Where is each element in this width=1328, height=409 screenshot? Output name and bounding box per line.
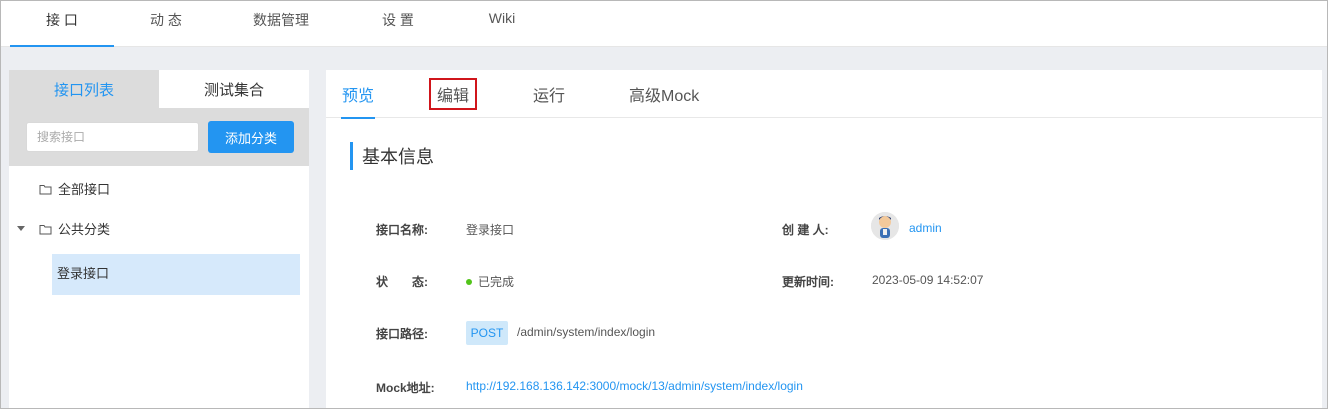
nav-tab-data-management[interactable]: 数据管理 xyxy=(218,1,344,47)
tab-label: 测试集合 xyxy=(203,81,264,99)
interface-detail: 预览 编辑 运行 高级Mock 基本信息 接口名称: 登录接口 创 建 人: a… xyxy=(326,70,1322,408)
tree-item-all[interactable]: 全部接口 xyxy=(39,177,110,199)
creator-link[interactable]: admin xyxy=(909,221,942,235)
path-value: /admin/system/index/login xyxy=(517,325,656,339)
tab-label: 预览 xyxy=(342,88,375,105)
tab-edit[interactable]: 编辑 xyxy=(429,78,478,110)
tree-item-label: 全部接口 xyxy=(58,181,111,197)
status-label: 状 态: xyxy=(376,275,428,289)
tab-label: 编辑 xyxy=(437,88,470,105)
tab-test-collection[interactable]: 测试集合 xyxy=(159,70,309,108)
method-badge: POST xyxy=(466,321,508,345)
mock-url-link[interactable]: http://192.168.136.142:3000/mock/13/admi… xyxy=(466,379,803,393)
updated-value: 2023-05-09 14:52:07 xyxy=(872,273,984,287)
nav-tab-label: 动 态 xyxy=(150,12,182,28)
tab-run[interactable]: 运行 xyxy=(533,70,565,118)
caret-down-icon[interactable] xyxy=(17,226,25,231)
tab-label: 高级Mock xyxy=(629,88,700,105)
add-category-button[interactable]: 添加分类 xyxy=(208,121,294,153)
tab-label: 接口列表 xyxy=(53,81,114,99)
name-value: 登录接口 xyxy=(466,223,515,237)
tree-item-login[interactable]: 登录接口 xyxy=(52,254,300,295)
nav-tab-label: 数据管理 xyxy=(253,12,309,28)
nav-tab-settings[interactable]: 设 置 xyxy=(344,1,452,47)
creator-label: 创 建 人: xyxy=(782,223,829,237)
nav-tab-label: 接 口 xyxy=(46,12,78,28)
name-label: 接口名称: xyxy=(376,223,428,237)
tree-item-label: 公共分类 xyxy=(58,221,111,237)
status-value: 已完成 xyxy=(466,273,514,290)
tab-advanced-mock[interactable]: 高级Mock xyxy=(629,70,699,118)
tab-label: 运行 xyxy=(533,88,566,105)
status-dot-icon xyxy=(466,278,472,285)
mock-label: Mock地址: xyxy=(376,381,435,395)
tree-item-label: 登录接口 xyxy=(57,266,110,281)
search-input[interactable] xyxy=(26,122,199,152)
updated-label: 更新时间: xyxy=(782,275,834,289)
nav-tab-activity[interactable]: 动 态 xyxy=(114,1,218,47)
tree-item-category[interactable]: 公共分类 xyxy=(39,217,110,239)
tab-interface-list[interactable]: 接口列表 xyxy=(9,70,159,108)
status-text: 已完成 xyxy=(478,275,515,289)
section-title: 基本信息 xyxy=(350,142,434,170)
app-window: 接 口 动 态 数据管理 设 置 Wiki 接口列表 测试集合 添加分类 xyxy=(0,0,1328,409)
nav-tab-label: Wiki xyxy=(488,10,516,26)
detail-tabs: 预览 编辑 运行 高级Mock xyxy=(326,70,1322,119)
path-label: 接口路径: xyxy=(376,327,428,341)
top-nav: 接 口 动 态 数据管理 设 置 Wiki xyxy=(1,1,1327,47)
interface-sidebar: 接口列表 测试集合 添加分类 全部接口 公共分类 xyxy=(9,70,309,408)
sidebar-toolbar: 添加分类 xyxy=(9,108,309,166)
folder-icon xyxy=(39,223,52,235)
tab-preview[interactable]: 预览 xyxy=(340,70,376,119)
folder-icon xyxy=(39,183,52,195)
sidebar-tabs: 接口列表 测试集合 xyxy=(9,70,309,108)
nav-tab-interface[interactable]: 接 口 xyxy=(10,1,114,47)
avatar[interactable] xyxy=(871,212,899,240)
nav-tab-wiki[interactable]: Wiki xyxy=(452,1,552,47)
nav-tab-label: 设 置 xyxy=(382,12,414,28)
